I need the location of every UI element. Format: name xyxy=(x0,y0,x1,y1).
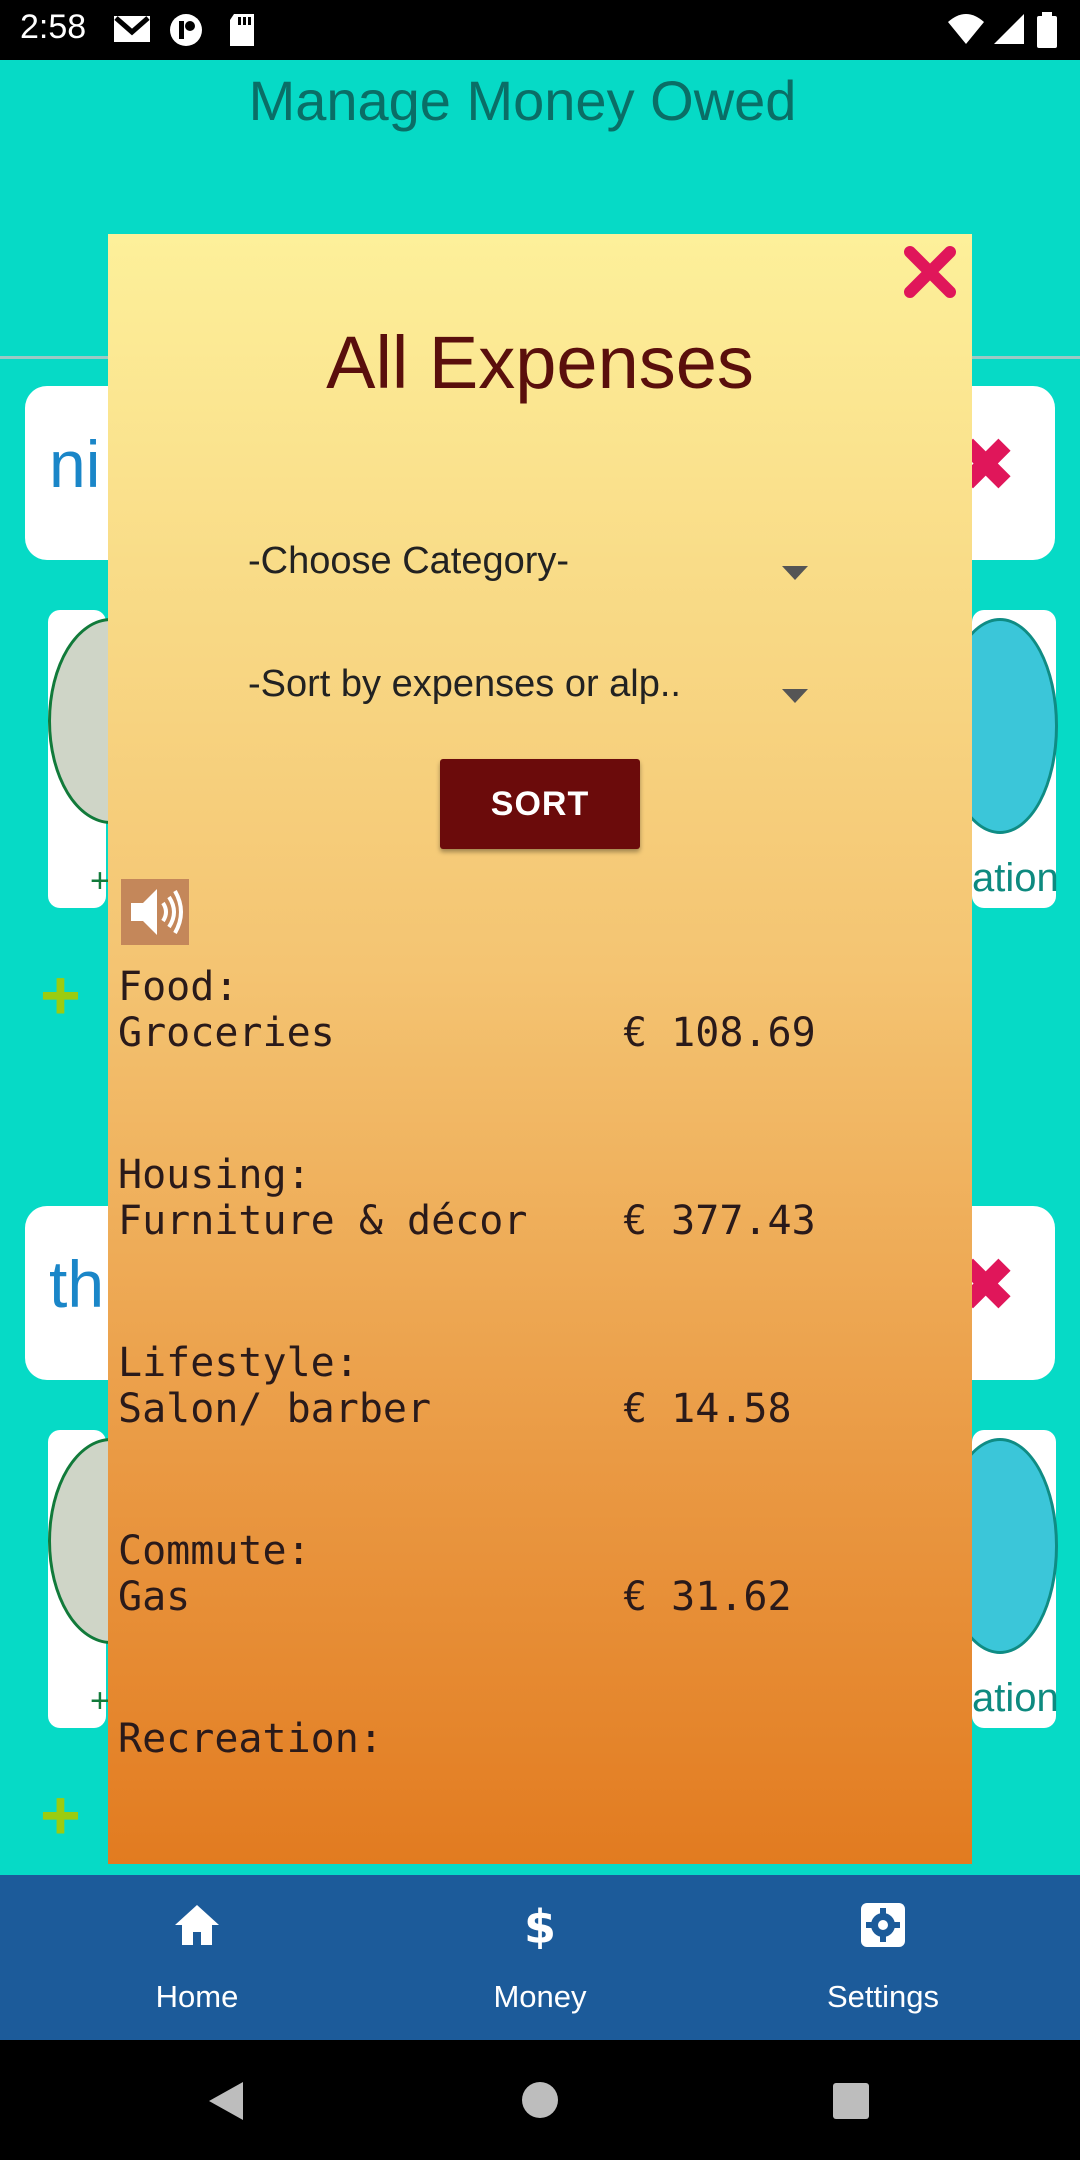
wifi-icon xyxy=(948,14,984,44)
close-icon[interactable] xyxy=(900,242,960,302)
add-small-icon[interactable]: + xyxy=(90,1682,110,1721)
expense-category: Lifestyle: xyxy=(118,1340,359,1386)
expense-category: Housing: xyxy=(118,1152,311,1198)
image-card-right[interactable]: ation xyxy=(942,1430,1059,1728)
nav-home[interactable]: Home xyxy=(77,1875,317,2040)
expense-item: Furniture & décor xyxy=(118,1198,528,1244)
person-name: ni xyxy=(49,427,101,501)
expense-row: Lifestyle: Salon/ barber € 14.58 xyxy=(118,1340,958,1432)
add-icon[interactable]: + xyxy=(40,1775,81,1855)
expense-amount: € 108.69 xyxy=(623,1010,816,1056)
home-icon xyxy=(175,1905,219,1945)
sort-dropdown-value: -Sort by expenses or alp.. xyxy=(248,663,681,705)
chevron-down-icon xyxy=(782,689,808,703)
speaker-button[interactable] xyxy=(121,879,189,945)
expense-category: Recreation: xyxy=(118,1716,383,1762)
add-icon[interactable]: + xyxy=(40,955,81,1035)
battery-icon xyxy=(1037,12,1057,48)
expense-row: Food: Groceries € 108.69 xyxy=(118,964,958,1056)
person-name: th xyxy=(49,1247,105,1321)
system-navigation-bar xyxy=(0,2040,1080,2160)
bottom-navigation: Home $ Money Settings xyxy=(0,1875,1080,2040)
card-label: ation xyxy=(972,1676,1059,1720)
svg-text:$: $ xyxy=(524,1901,556,1949)
gear-icon xyxy=(861,1903,905,1947)
chevron-down-icon xyxy=(782,566,808,580)
expense-amount: € 14.58 xyxy=(623,1386,792,1432)
card-label: ation xyxy=(972,856,1059,900)
gmail-icon xyxy=(114,16,150,42)
back-icon[interactable] xyxy=(205,2080,245,2122)
image-card-left[interactable]: + xyxy=(48,610,174,908)
expense-amount: € 377.43 xyxy=(623,1198,816,1244)
expense-row: Housing: Furniture & décor € 377.43 xyxy=(118,1152,958,1244)
image-card-left[interactable]: + xyxy=(48,1430,174,1728)
sort-dropdown[interactable]: -Sort by expenses or alp.. xyxy=(248,663,808,733)
signal-icon xyxy=(994,14,1024,44)
expense-item: Gas xyxy=(118,1574,191,1620)
nav-money[interactable]: $ Money xyxy=(420,1875,660,2040)
expense-category: Commute: xyxy=(118,1528,311,1574)
dialog-title: All Expenses xyxy=(326,321,754,404)
expense-row: Recreation: xyxy=(118,1716,958,1762)
expense-category: Food: xyxy=(118,964,239,1010)
all-expenses-dialog: All Expenses -Choose Category- -Sort by … xyxy=(108,234,972,1864)
sd-card-icon xyxy=(230,14,254,46)
expense-item: Salon/ barber xyxy=(118,1386,432,1432)
status-bar: 2:58 xyxy=(0,0,1080,60)
expense-item: Groceries xyxy=(118,1010,335,1056)
expense-row: Commute: Gas € 31.62 xyxy=(118,1528,958,1620)
nav-money-label: Money xyxy=(493,1979,587,2014)
status-time: 2:58 xyxy=(20,8,87,46)
add-small-icon[interactable]: + xyxy=(90,862,110,901)
app-notification-icon xyxy=(170,14,202,46)
home-circle-icon[interactable] xyxy=(520,2080,560,2120)
image-card-right[interactable]: ation xyxy=(942,610,1059,908)
expense-amount: € 31.62 xyxy=(623,1574,792,1620)
recents-icon[interactable] xyxy=(832,2082,870,2120)
nav-settings-label: Settings xyxy=(826,1979,939,2014)
nav-settings[interactable]: Settings xyxy=(763,1875,1003,2040)
nav-home-label: Home xyxy=(155,1979,239,2014)
category-dropdown-value: -Choose Category- xyxy=(248,540,570,582)
speaker-icon xyxy=(131,889,183,935)
dollar-icon: $ xyxy=(524,1901,556,1949)
category-dropdown[interactable]: -Choose Category- xyxy=(248,540,808,610)
sort-button[interactable]: SORT xyxy=(440,759,640,849)
page-title: Manage Money Owed xyxy=(248,69,797,132)
